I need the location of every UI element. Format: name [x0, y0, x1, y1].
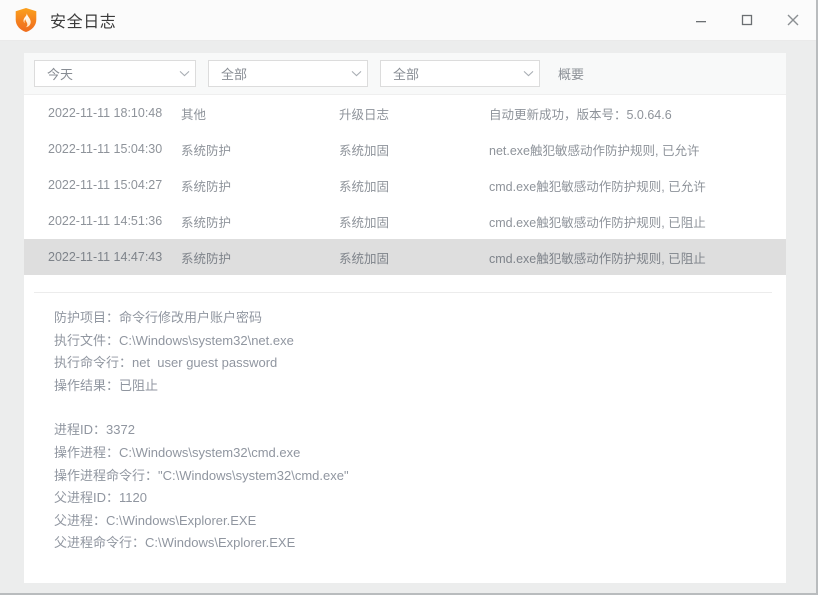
- log-cell-subtype: 升级日志: [339, 107, 390, 122]
- close-button[interactable]: [770, 0, 816, 41]
- log-cell-time: 2022-11-11 15:04:27: [48, 178, 163, 192]
- table-row[interactable]: 2022-11-11 14:47:43 系统防护 系统加固 cmd.exe触犯敏感动作…: [24, 239, 786, 275]
- maximize-button[interactable]: [724, 0, 770, 41]
- detail-line: 执行命令行：net user guest password: [54, 355, 278, 371]
- table-row[interactable]: 2022-11-11 14:51:36 系统防护 系统加固 cmd.exe触犯敏感动作…: [24, 203, 786, 239]
- log-cell-subtype: 系统加固: [339, 251, 390, 266]
- log-panel: 今天 全部 全部 概要 2022-11-11 18:10:48 其他 升级日志 …: [24, 53, 786, 583]
- minimize-button[interactable]: [678, 0, 724, 41]
- log-cell-type: 系统防护: [181, 143, 232, 158]
- maximize-icon: [741, 14, 753, 26]
- detail-group-gap: [54, 397, 786, 419]
- table-row[interactable]: 2022-11-11 18:10:48 其他 升级日志 自动更新成功，版本号：5.0.…: [24, 95, 786, 131]
- log-action-value: 全部: [393, 67, 420, 82]
- minimize-icon: [696, 21, 706, 23]
- detail-line: 父进程ID：1120: [54, 490, 147, 506]
- detail-line: 父进程：C:\Windows\Explorer.EXE: [54, 512, 257, 528]
- log-cell-type: 系统防护: [181, 251, 232, 266]
- log-cell-type: 系统防护: [181, 179, 232, 194]
- log-cell-summary: cmd.exe触犯敏感动作防护规则, 已阻止: [489, 251, 706, 266]
- date-range-select[interactable]: 今天: [34, 60, 196, 87]
- chevron-down-icon: [173, 70, 195, 77]
- log-cell-type: 其他: [181, 107, 207, 122]
- log-action-select[interactable]: 全部: [380, 60, 540, 87]
- security-log-window: 安全日志 今天 全部 全部 概要 2022-11-11 18:10:48 其他 …: [0, 0, 818, 595]
- window-title: 安全日志: [50, 14, 117, 31]
- detail-line: 防护项目：命令行修改用户账户密码: [54, 310, 263, 325]
- detail-line: 父进程命令行：C:\Windows\Explorer.EXE: [54, 535, 296, 551]
- log-cell-subtype: 系统加固: [339, 143, 390, 158]
- column-header-summary: 概要: [558, 67, 585, 82]
- log-cell-type: 系统防护: [181, 215, 232, 230]
- log-cell-summary: 自动更新成功，版本号：5.0.64.6: [489, 107, 672, 122]
- log-cell-subtype: 系统加固: [339, 215, 390, 230]
- titlebar: 安全日志: [0, 0, 816, 41]
- table-row[interactable]: 2022-11-11 15:04:27 系统防护 系统加固 cmd.exe触犯敏感动作…: [24, 167, 786, 203]
- log-cell-summary: net.exe触犯敏感动作防护规则, 已允许: [489, 143, 700, 158]
- log-table: 2022-11-11 18:10:48 其他 升级日志 自动更新成功，版本号：5.0.…: [24, 95, 786, 275]
- detail-line: 操作进程命令行："C:\Windows\system32\cmd.exe": [54, 467, 349, 483]
- detail-line: 操作进程：C:\Windows\system32\cmd.exe: [54, 444, 301, 460]
- shield-flame-icon: [14, 7, 38, 33]
- date-range-value: 今天: [47, 67, 74, 82]
- log-type-select[interactable]: 全部: [208, 60, 368, 87]
- window-controls: [678, 0, 816, 41]
- chevron-down-icon: [517, 70, 539, 77]
- detail-line: 进程ID：3372: [54, 422, 135, 438]
- detail-panel: 防护项目：命令行修改用户账户密码执行文件：C:\Windows\system32…: [24, 293, 786, 555]
- log-cell-summary: cmd.exe触犯敏感动作防护规则, 已阻止: [489, 215, 706, 230]
- chevron-down-icon: [345, 70, 367, 77]
- log-cell-time: 2022-11-11 14:47:43: [48, 250, 163, 264]
- close-icon: [787, 14, 799, 26]
- log-type-value: 全部: [221, 67, 248, 82]
- log-cell-subtype: 系统加固: [339, 179, 390, 194]
- filter-bar: 今天 全部 全部 概要: [24, 53, 786, 95]
- table-row[interactable]: 2022-11-11 15:04:30 系统防护 系统加固 net.exe触犯敏感动作…: [24, 131, 786, 167]
- detail-line: 执行文件：C:\Windows\system32\net.exe: [54, 332, 294, 348]
- detail-line: 操作结果：已阻止: [54, 377, 159, 393]
- log-cell-time: 2022-11-11 14:51:36: [48, 214, 163, 228]
- log-cell-time: 2022-11-11 18:10:48: [48, 106, 163, 120]
- log-cell-time: 2022-11-11 15:04:30: [48, 142, 163, 156]
- content-area: 今天 全部 全部 概要 2022-11-11 18:10:48 其他 升级日志 …: [0, 41, 816, 593]
- log-cell-summary: cmd.exe触犯敏感动作防护规则, 已允许: [489, 179, 706, 194]
